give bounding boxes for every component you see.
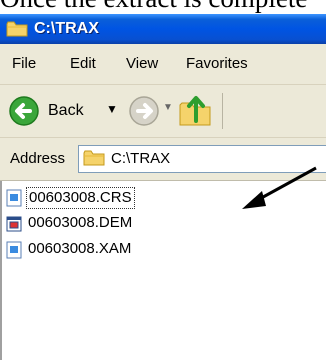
annotation-arrow <box>242 166 317 209</box>
